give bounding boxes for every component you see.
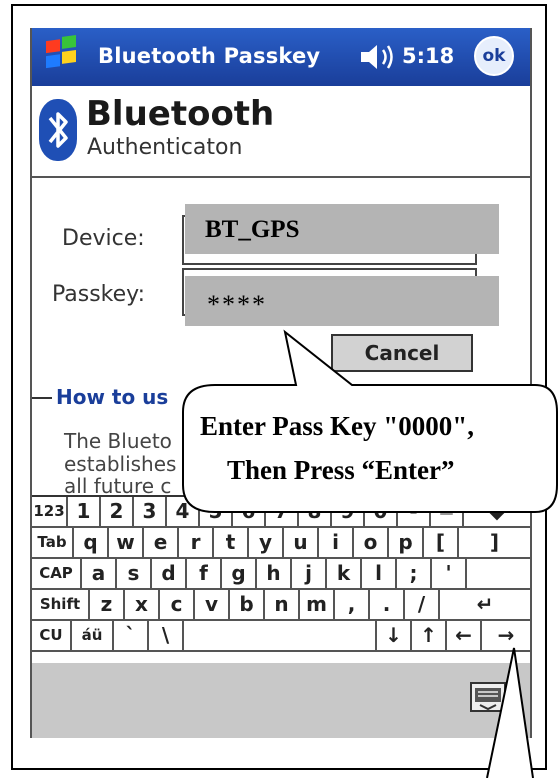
callout-graphics bbox=[182, 329, 558, 778]
callout-text-line-1: Enter Pass Key "0000", bbox=[200, 411, 474, 441]
enter-key-pointer bbox=[486, 647, 534, 778]
callout-text-line-2: Then Press “Enter” bbox=[227, 455, 455, 485]
